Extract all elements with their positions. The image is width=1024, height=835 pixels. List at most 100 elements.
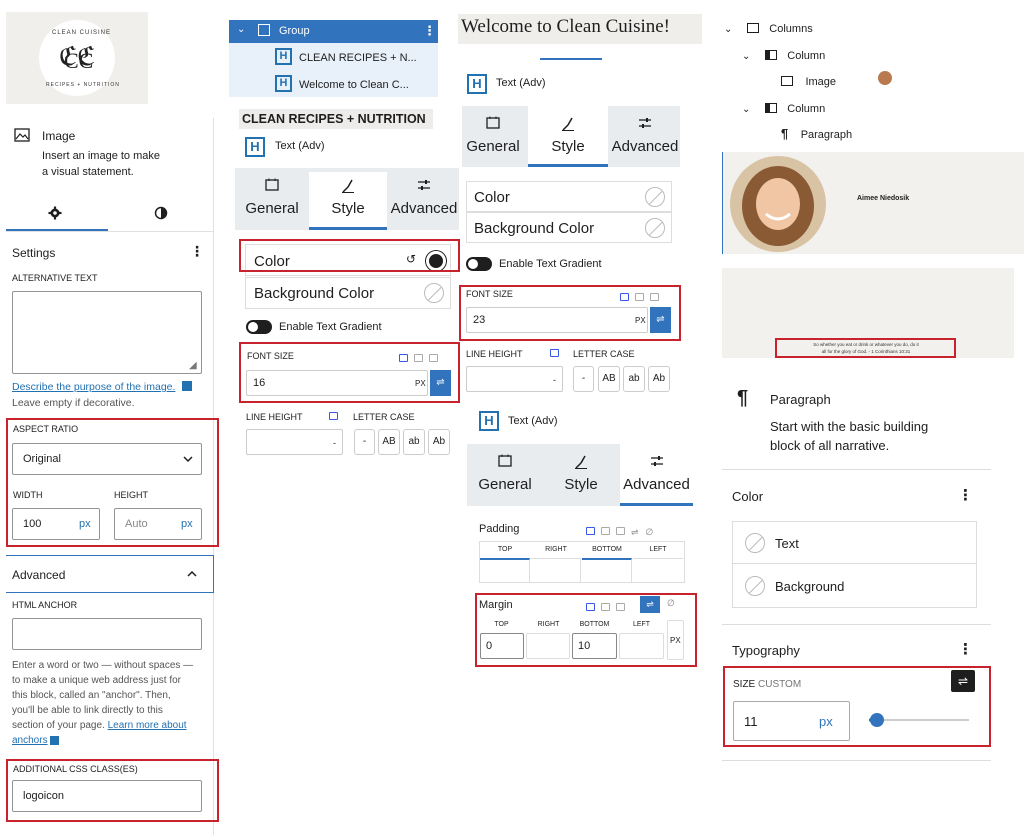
text-adv-block-icon: H <box>245 137 265 157</box>
tree-column-2-label: Column <box>787 103 826 115</box>
tab-styles[interactable] <box>108 197 214 231</box>
padding-left-label: LEFT <box>649 546 667 553</box>
html-anchor-input[interactable] <box>12 618 202 650</box>
pilcrow-icon: ¶ <box>781 126 789 141</box>
sliders-icon[interactable]: ⇌ <box>631 527 639 537</box>
text-color-label: Text <box>775 536 799 551</box>
no-color-icon <box>745 576 765 596</box>
tab-style[interactable]: Style <box>309 172 387 230</box>
html-anchor-label: HTML ANCHOR <box>12 600 78 610</box>
sliders-icon <box>650 456 663 466</box>
padding-bottom-input[interactable] <box>582 558 632 582</box>
color-heading: Color <box>732 489 764 504</box>
highlight-color <box>239 239 460 272</box>
letter-case-capitalize[interactable]: Ab <box>648 366 670 392</box>
group-icon <box>258 24 270 36</box>
anchor-help-line-3: this block, called an "anchor". Then, <box>12 690 171 701</box>
block-description-1: Start with the basic building <box>770 419 929 434</box>
tab-advanced[interactable]: Advanced <box>389 178 459 217</box>
padding-devices: ⇌ ∅ <box>586 522 653 540</box>
block-title: Image <box>42 129 76 143</box>
tablet-icon[interactable] <box>601 526 610 535</box>
text-gradient-label: Enable Text Gradient <box>279 321 382 333</box>
anchor-help-text: Enter a word or two — without spaces — t… <box>12 658 212 748</box>
tree-paragraph[interactable]: ¶ Paragraph <box>781 125 852 143</box>
padding-label: Padding <box>479 523 520 535</box>
highlight-size <box>723 666 991 747</box>
letter-case-capitalize[interactable]: Ab <box>428 429 450 455</box>
tab-style-label: Style <box>564 476 598 493</box>
line-height-dash: - <box>553 375 556 385</box>
describe-purpose-link[interactable]: Describe the purpose of the image. <box>12 381 175 393</box>
tab-style-2[interactable]: Style <box>546 454 616 493</box>
background-color-label: Background Color <box>254 285 375 302</box>
tab-general[interactable]: General <box>462 116 524 155</box>
alt-text-label: ALTERNATIVE TEXT <box>12 273 98 283</box>
tab-general-2[interactable]: General <box>470 454 540 493</box>
profile-name: Aimee Niedosik <box>857 195 910 202</box>
list-item-welcome[interactable]: Welcome to Clean C... <box>299 79 409 91</box>
list-view-group-row[interactable]: ⌄ Group ⋮ <box>229 20 438 43</box>
letter-case-none[interactable]: - <box>354 429 375 455</box>
link-icon[interactable]: ∅ <box>646 527 654 537</box>
line-height-label: LINE HEIGHT <box>246 412 303 422</box>
divider <box>722 469 991 470</box>
letter-case-upper[interactable]: AB <box>378 429 400 455</box>
mobile-icon[interactable] <box>616 526 625 535</box>
tab-general-label: General <box>466 138 520 155</box>
padding-right-input[interactable] <box>531 558 581 582</box>
more-options-icon[interactable]: ⋮ <box>423 23 436 39</box>
text-gradient-toggle[interactable] <box>246 320 272 334</box>
padding-top-input[interactable] <box>480 558 530 582</box>
color-options-icon[interactable]: ⋮ <box>958 486 973 504</box>
alt-text-input[interactable] <box>12 291 202 374</box>
tree-image[interactable]: Image <box>781 72 836 90</box>
letter-case-lower[interactable]: ab <box>623 366 645 392</box>
learn-more-link[interactable]: Learn more about <box>108 720 187 731</box>
tabs-divider <box>6 231 214 232</box>
tree-column-1[interactable]: ⌄ Column <box>742 46 825 64</box>
padding-sides: TOP RIGHT BOTTOM LEFT <box>479 541 685 583</box>
desktop-icon[interactable] <box>550 349 559 357</box>
tab-general-label: General <box>478 476 532 493</box>
letter-case-none[interactable]: - <box>573 366 594 392</box>
anchors-link[interactable]: anchors <box>12 735 48 746</box>
resize-handle-icon: ◢ <box>189 360 197 371</box>
tab-advanced-2[interactable]: Advanced <box>620 444 693 506</box>
advanced-panel-header[interactable]: Advanced <box>6 555 214 593</box>
calendar-icon <box>498 454 512 467</box>
pilcrow-icon: ¶ <box>737 387 749 409</box>
text-color-item[interactable]: Text <box>733 522 976 564</box>
background-color-item[interactable]: Background <box>733 565 976 607</box>
image-thumbnail <box>878 71 892 85</box>
letter-case-lower[interactable]: ab <box>403 429 425 455</box>
letter-case-label: LETTER CASE <box>353 412 415 422</box>
color-row[interactable]: Color <box>466 181 672 212</box>
desktop-icon[interactable] <box>329 412 338 420</box>
color-label: Color <box>474 189 510 206</box>
background-color-row[interactable]: Background Color <box>466 212 672 243</box>
tab-advanced[interactable]: Advanced <box>610 116 680 155</box>
chevron-down-icon: ⌄ <box>742 51 751 62</box>
anchor-help-line-2: to make a unique web address just for <box>12 675 181 686</box>
settings-options-icon[interactable]: ⋮ <box>190 243 204 260</box>
advanced-label: Advanced <box>12 568 66 582</box>
leave-empty-hint: Leave empty if decorative. <box>12 397 135 409</box>
tree-columns[interactable]: ⌄ Columns <box>724 19 813 37</box>
tab-settings[interactable] <box>6 197 108 231</box>
letter-case-upper[interactable]: AB <box>598 366 620 392</box>
text-adv-block-icon: H <box>479 411 499 431</box>
desktop-icon[interactable] <box>586 526 595 535</box>
list-item-clean-recipes[interactable]: CLEAN RECIPES + N... <box>299 52 417 64</box>
line-height-input[interactable]: - <box>246 429 343 455</box>
padding-left-input[interactable] <box>633 558 683 582</box>
line-height-input[interactable]: - <box>466 366 563 392</box>
tree-column-2[interactable]: ⌄ Column <box>742 99 825 117</box>
tab-general[interactable]: General <box>237 178 307 217</box>
tab-style[interactable]: Style <box>528 106 608 167</box>
text-gradient-toggle[interactable] <box>466 257 492 271</box>
sliders-icon <box>418 180 430 190</box>
typography-options-icon[interactable]: ⋮ <box>958 640 973 658</box>
background-color-row[interactable]: Background Color <box>245 277 451 309</box>
heading-block-icon: H <box>275 75 292 92</box>
